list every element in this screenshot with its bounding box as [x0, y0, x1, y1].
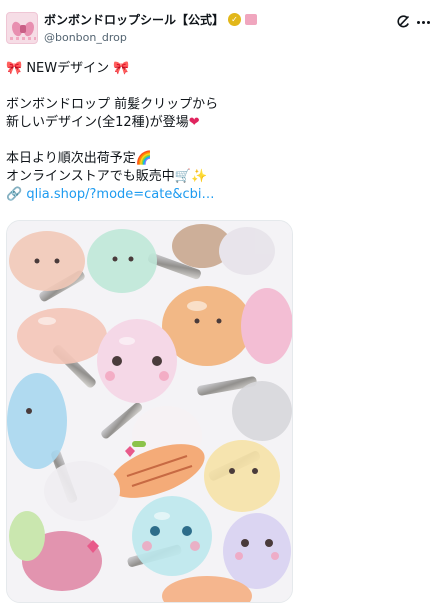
tweet-text: 🎀 NEWデザイン 🎀 ボンボンドロップ 前髪クリップから 新しいデザイン(全1… [6, 60, 426, 204]
tweet-line-3: 新しいデザイン(全12種)が登場❤ [6, 115, 200, 130]
bow-logo-icon [12, 20, 34, 38]
tweet-line-4: 本日より順次出荷予定🌈 [6, 151, 152, 166]
ribbon-icon: 🎀 [113, 61, 130, 76]
avatar-dots [10, 37, 36, 40]
ribbon-icon: 🎀 [6, 61, 23, 76]
affiliate-badge-icon [245, 14, 258, 25]
account-handle[interactable]: @bonbon_drop [44, 31, 127, 44]
grok-icon[interactable] [395, 14, 411, 30]
rainbow-icon: 🌈 [135, 151, 152, 166]
tweet-line-1: 🎀 NEWデザイン 🎀 [6, 61, 130, 76]
verified-badge-icon: ✓ [228, 13, 242, 26]
account-name-row[interactable]: ボンボンドロップシール【公式】 ✓ [44, 11, 258, 28]
hair-clip-collage [7, 221, 292, 602]
display-name[interactable]: ボンボンドロップシール【公式】 [44, 11, 224, 28]
heart-icon: ❤ [188, 115, 200, 130]
tweet-line-2: ボンボンドロップ 前髪クリップから [6, 97, 219, 112]
more-options-icon[interactable] [415, 14, 431, 30]
tweet-line-5: オンラインストアでも販売中🛒✨ [6, 169, 208, 184]
sparkles-icon: ✨ [190, 169, 208, 184]
tweet-link-line[interactable]: 🔗 qlia.shop/?mode=cate&cbi… [6, 186, 426, 204]
shop-link[interactable]: qlia.shop/?mode=cate&cbi… [26, 187, 214, 202]
avatar[interactable] [6, 12, 38, 44]
link-icon: 🔗 [6, 187, 23, 202]
cart-icon: 🛒 [174, 169, 191, 184]
tweet-photo[interactable] [6, 220, 293, 603]
